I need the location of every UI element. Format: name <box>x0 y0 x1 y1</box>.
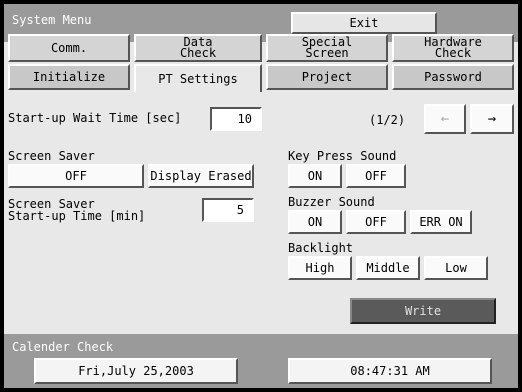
buzzer-sound-label: Buzzer Sound <box>288 195 375 209</box>
exit-button[interactable]: Exit <box>291 12 437 34</box>
tab-pt-settings[interactable]: PT Settings <box>134 64 262 92</box>
tab-comm[interactable]: Comm. <box>8 34 130 62</box>
tab-hardware-check[interactable]: Hardware Check <box>392 34 514 62</box>
tab-project-label: Project <box>301 69 353 84</box>
tab-password[interactable]: Password <box>392 64 514 90</box>
startup-wait-input[interactable]: 10 <box>210 107 262 131</box>
tab-hardware-check-label: Hardware Check <box>424 35 482 60</box>
next-page-button[interactable]: → <box>470 104 514 134</box>
screen-saver-display-erased-button[interactable]: Display Erased <box>148 164 254 188</box>
calendar-check-panel: Calender Check Fri,July 25,2003 08:47:31… <box>4 334 518 388</box>
buzzer-on-button[interactable]: ON <box>288 210 342 234</box>
tab-special-screen-label: Special Screen <box>301 35 353 60</box>
startup-wait-label: Start-up Wait Time [sec] <box>8 111 182 125</box>
left-arrow-icon: ← <box>440 110 450 127</box>
tab-project[interactable]: Project <box>266 64 388 90</box>
pt-screen: System Menu Exit Comm. Data Check Specia… <box>4 4 518 388</box>
calendar-date-display: Fri,July 25,2003 <box>34 358 238 384</box>
key-press-off-button[interactable]: OFF <box>346 164 406 188</box>
screen-saver-label: Screen Saver <box>8 149 95 163</box>
backlight-label: Backlight <box>288 241 354 255</box>
calendar-check-label: Calender Check <box>12 340 114 354</box>
page-indicator: (1/2) <box>369 113 406 127</box>
tab-pt-settings-label: PT Settings <box>158 71 238 86</box>
screen-saver-startup-input[interactable]: 5 <box>202 198 254 222</box>
backlight-middle-button[interactable]: Middle <box>356 256 420 280</box>
right-arrow-icon: → <box>487 110 497 127</box>
buzzer-err-on-button[interactable]: ERR ON <box>410 210 472 234</box>
screen-saver-off-button[interactable]: OFF <box>8 164 144 188</box>
tab-special-screen[interactable]: Special Screen <box>266 34 388 62</box>
tab-password-label: Password <box>424 69 482 84</box>
window-title: System Menu <box>12 13 92 27</box>
calendar-time-display: 08:47:31 AM <box>288 358 492 384</box>
screen-saver-startup-label-line2: Start-up Time [min] <box>8 209 146 223</box>
tab-comm-label: Comm. <box>50 40 88 55</box>
key-press-sound-label: Key Press Sound <box>288 149 397 163</box>
key-press-on-button[interactable]: ON <box>288 164 342 188</box>
tab-initialize-label: Initialize <box>32 69 106 84</box>
buzzer-off-button[interactable]: OFF <box>346 210 406 234</box>
prev-page-button[interactable]: ← <box>424 104 466 134</box>
write-button[interactable]: Write <box>350 298 496 324</box>
backlight-high-button[interactable]: High <box>288 256 352 280</box>
backlight-low-button[interactable]: Low <box>424 256 488 280</box>
tab-data-check-label: Data Check <box>179 35 217 60</box>
tab-data-check[interactable]: Data Check <box>134 34 262 62</box>
tab-initialize[interactable]: Initialize <box>8 64 130 90</box>
